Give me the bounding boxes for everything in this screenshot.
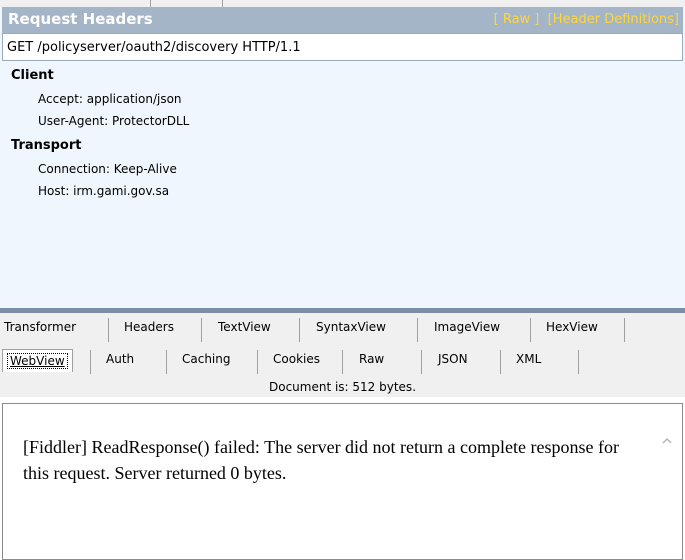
tab-separator: [578, 350, 579, 374]
tab-separator: [108, 318, 109, 342]
header-item[interactable]: Connection: Keep-Alive: [38, 162, 177, 176]
header-item[interactable]: User-Agent: ProtectorDLL: [38, 114, 189, 128]
response-tabs-row1: Transformer Headers TextView SyntaxView …: [0, 313, 685, 345]
webview-content[interactable]: [Fiddler] ReadResponse() failed: The ser…: [2, 403, 683, 560]
tab-separator: [342, 350, 343, 374]
tab-separator: [90, 350, 91, 374]
tab-transformer[interactable]: Transformer: [4, 320, 76, 342]
tab-separator: [624, 318, 625, 342]
tab-syntaxview[interactable]: SyntaxView: [316, 320, 386, 342]
tab-json[interactable]: JSON: [438, 352, 468, 374]
tab-xml[interactable]: XML: [516, 352, 541, 374]
tab-hexview[interactable]: HexView: [546, 320, 598, 342]
request-headers-bar: Request Headers [ Raw ] [Header Definiti…: [2, 7, 683, 33]
response-tabs-row2: WebView Auth Caching Cookies Raw JSON XM…: [0, 345, 685, 377]
tab-separator: [417, 318, 418, 342]
tab-separator: [166, 350, 167, 374]
tab-separator: [500, 350, 501, 374]
document-size-info: Document is: 512 bytes.: [0, 377, 685, 397]
tab-separator: [530, 318, 531, 342]
tab-caching[interactable]: Caching: [182, 352, 231, 374]
tab-webview-label: WebView: [7, 353, 68, 369]
tab-separator: [201, 318, 202, 342]
chevron-up-icon[interactable]: [662, 436, 672, 446]
tab-textview[interactable]: TextView: [218, 320, 271, 342]
header-links: [ Raw ] [Header Definitions]: [494, 12, 679, 27]
raw-link[interactable]: [ Raw ]: [494, 12, 540, 27]
tab-separator: [299, 318, 300, 342]
tab-divider: [150, 0, 151, 7]
tab-headers[interactable]: Headers: [124, 320, 174, 342]
request-headers-title: Request Headers: [8, 10, 153, 28]
tab-auth[interactable]: Auth: [106, 352, 134, 374]
tab-raw[interactable]: Raw: [359, 352, 384, 374]
webview-text: [Fiddler] ReadResponse() failed: The ser…: [23, 437, 619, 483]
vertical-scrollbar[interactable]: [652, 404, 682, 559]
tab-separator: [421, 350, 422, 374]
header-definitions-link[interactable]: [Header Definitions]: [548, 12, 679, 27]
request-headers-panel: Request Headers [ Raw ] [Header Definiti…: [0, 0, 685, 308]
tab-cookies[interactable]: Cookies: [273, 352, 320, 374]
tab-webview[interactable]: WebView: [2, 349, 73, 372]
request-line[interactable]: GET /policyserver/oauth2/discovery HTTP/…: [2, 33, 683, 61]
group-transport[interactable]: Transport: [11, 138, 81, 153]
header-item[interactable]: Host: irm.gami.gov.sa: [38, 184, 169, 198]
tab-separator: [257, 350, 258, 374]
tab-imageview[interactable]: ImageView: [434, 320, 500, 342]
header-item[interactable]: Accept: application/json: [38, 92, 182, 106]
tab-divider: [222, 0, 223, 7]
top-tab-strip: [0, 0, 685, 7]
request-line-text: GET /policyserver/oauth2/discovery HTTP/…: [7, 40, 301, 55]
group-client[interactable]: Client: [11, 68, 54, 83]
